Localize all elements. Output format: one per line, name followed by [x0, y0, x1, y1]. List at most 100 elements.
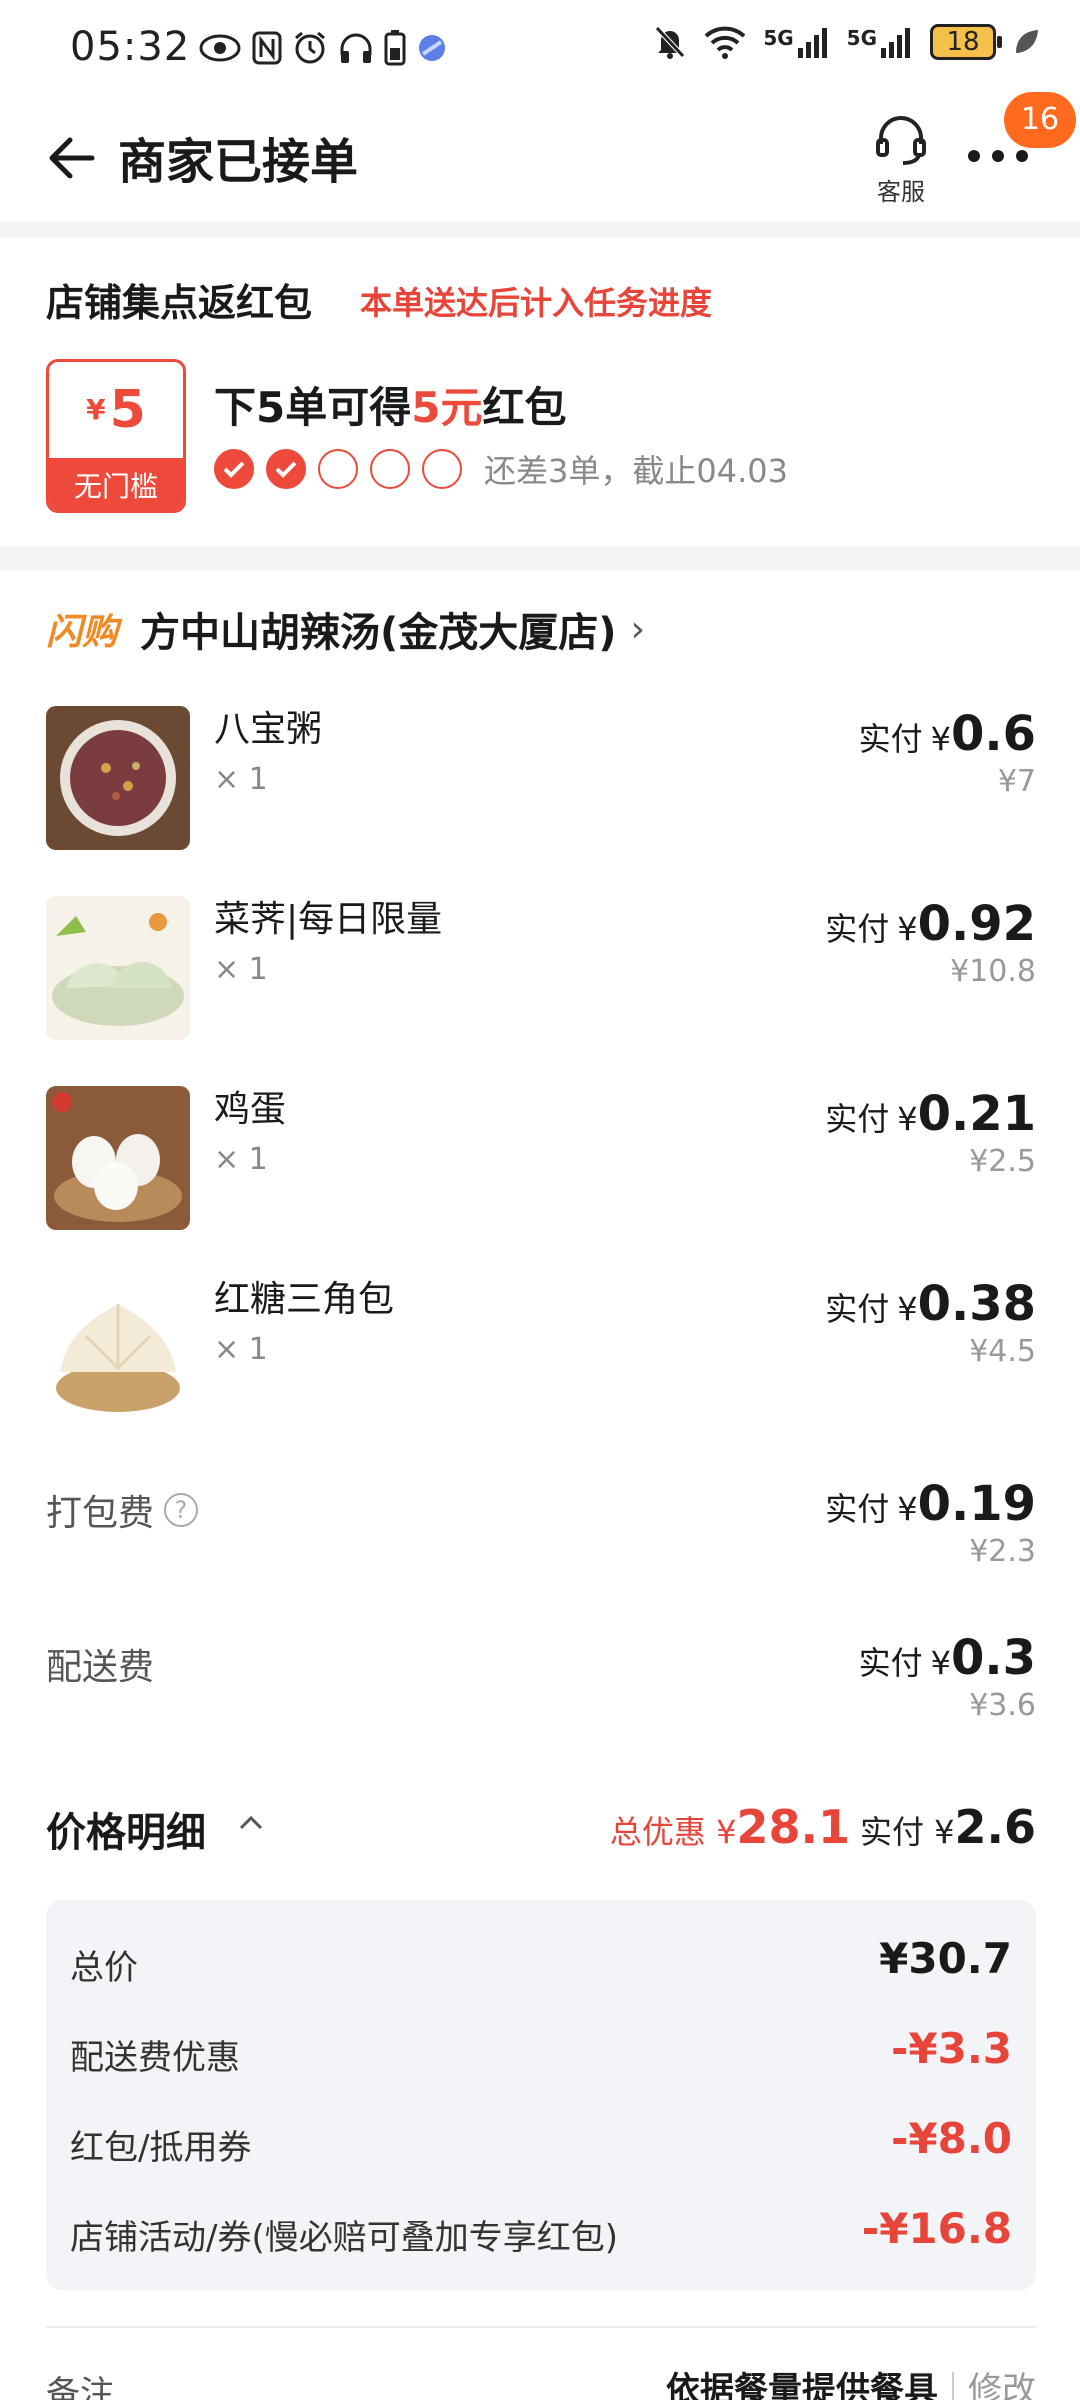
item-thumbnail [46, 706, 190, 850]
reward-goal-amount: 5元 [411, 383, 483, 432]
discount-label: 总优惠 [609, 1813, 706, 1851]
breakdown-value: -¥16.8 [861, 2204, 1012, 2253]
item-thumbnail [46, 1276, 190, 1420]
breakdown-label: 总价 [70, 1948, 138, 1988]
paid-amount: 0.3 [950, 1630, 1036, 1686]
breakdown-label: 店铺活动/券(慢必赔可叠加专享红包) [70, 2218, 618, 2258]
paid-line: 实付 ¥0.38 [825, 1276, 1036, 1332]
price-detail-title: 价格明细 [46, 1810, 206, 1856]
paid-amount: 0.19 [917, 1476, 1036, 1532]
currency-symbol: ¥ [930, 720, 951, 758]
red-packet-coupon: ¥5 无门槛 [46, 359, 186, 513]
paid-label: 实付 [825, 1290, 890, 1328]
chevron-right-icon: › [630, 608, 645, 650]
item-name: 八宝粥 [214, 709, 323, 750]
note-value-row: 依据餐量提供餐具 修改 [666, 2362, 1036, 2400]
chevron-up-icon [239, 1815, 263, 1830]
item-price: 实付 ¥0.21 ¥2.5 [825, 1086, 1036, 1179]
coupon-amount: ¥5 [49, 362, 183, 458]
item-quantity: × 1 [214, 1142, 268, 1177]
paid-amount: 0.6 [950, 706, 1036, 762]
breakdown-value: -¥3.3 [890, 2024, 1012, 2073]
original-price: ¥7 [997, 764, 1036, 799]
network-type-label: 5G [846, 26, 877, 50]
paid-label: 实付 [825, 910, 890, 948]
status-bar: 05:32 5G 5G 18 [0, 0, 1080, 100]
shop-name: 方中山胡辣汤(金茂大厦店) [140, 610, 617, 656]
help-icon[interactable]: ? [164, 1493, 199, 1527]
item-thumbnail [46, 1086, 190, 1230]
currency-symbol: ¥ [716, 1813, 737, 1851]
breakdown-label: 红包/抵用券 [70, 2128, 252, 2168]
packaging-fee-label: 打包费 ? [46, 1484, 199, 1536]
price-summary: 总优惠 ¥28.1 实付 ¥2.6 [610, 1800, 1036, 1854]
app-indicator-icon [419, 35, 445, 61]
original-price: ¥4.5 [969, 1334, 1036, 1369]
item-quantity: × 1 [214, 952, 268, 987]
item-quantity: × 1 [214, 762, 268, 797]
fee-label-text: 打包费 [46, 1493, 155, 1534]
stamp-dot-filled [214, 449, 254, 489]
note-label: 备注 [46, 2374, 114, 2400]
original-price: ¥2.3 [969, 1534, 1036, 1569]
egg-image [46, 1086, 190, 1230]
item-price: 实付 ¥0.6 ¥7 [859, 706, 1036, 799]
paid-line: 实付 ¥0.21 [825, 1086, 1036, 1142]
currency-symbol: ¥ [930, 1644, 951, 1682]
notification-badge: 16 [1004, 92, 1076, 148]
order-item[interactable]: 菜荠|每日限量 × 1 实付 ¥0.92 ¥10.8 [46, 896, 1036, 1046]
paid-line: 实付 ¥0.6 [859, 706, 1036, 762]
item-name: 鸡蛋 [214, 1089, 287, 1130]
delivery-fee-label: 配送费 [46, 1638, 154, 1690]
signal-bars-icon [797, 28, 827, 58]
reward-goal-suffix: 红包 [482, 383, 567, 432]
note-value: 依据餐量提供餐具 [666, 2370, 938, 2400]
paid-label: 实付 [858, 1644, 923, 1682]
order-detail-card: 闪购 方中山胡辣汤(金茂大厦店) › 八宝粥 × 1 实付 ¥0.6 ¥7 菜荠|… [0, 570, 1080, 2400]
alarm-icon [295, 31, 325, 64]
paid-label: 实付 [825, 1490, 890, 1528]
page-title: 商家已接单 [118, 134, 359, 190]
signal-bars-icon [881, 28, 910, 58]
paid-label: 实付 [859, 1813, 924, 1851]
leaf-icon [1016, 30, 1038, 53]
headphones-icon [340, 33, 372, 63]
back-arrow-icon[interactable] [44, 128, 104, 188]
breakdown-row: 店铺活动/券(慢必赔可叠加专享红包) -¥16.8 [70, 2204, 1012, 2264]
check-icon [275, 461, 297, 478]
signal-2: 5G [847, 26, 914, 58]
status-left-icons [198, 30, 448, 66]
breakdown-value: ¥30.7 [879, 1934, 1012, 1983]
price-detail-toggle[interactable]: 价格明细 总优惠 ¥28.1 实付 ¥2.6 [46, 1800, 1036, 1870]
breakdown-row: 红包/抵用券 -¥8.0 [70, 2114, 1012, 2174]
nfc-icon [252, 31, 282, 65]
status-right-icons: 5G 5G 18 [653, 24, 1040, 60]
item-thumbnail [46, 896, 190, 1040]
separator [952, 2371, 954, 2400]
more-icon[interactable] [966, 144, 1030, 168]
total-paid: 实付 ¥2.6 [860, 1800, 1036, 1854]
shop-link[interactable]: 闪购 方中山胡辣汤(金茂大厦店) › [46, 600, 645, 658]
order-item[interactable]: 红糖三角包 × 1 实付 ¥0.38 ¥4.5 [46, 1276, 1036, 1426]
customer-service-button[interactable]: 客服 [866, 114, 936, 207]
order-item[interactable]: 八宝粥 × 1 实付 ¥0.6 ¥7 [46, 706, 1036, 856]
item-name: 菜荠|每日限量 [214, 899, 443, 940]
paid-line: 实付 ¥0.3 [859, 1630, 1036, 1686]
currency-symbol: ¥ [897, 1290, 918, 1328]
discount-amount: 28.1 [736, 1800, 850, 1854]
reward-goal: 下5单可得5元红包 [214, 374, 566, 435]
item-quantity: × 1 [214, 1332, 268, 1367]
progress-text: 还差3单，截止04.03 [484, 452, 788, 490]
original-price: ¥3.6 [969, 1688, 1036, 1723]
flash-buy-tag: 闪购 [46, 612, 119, 653]
breakdown-row: 配送费优惠 -¥3.3 [70, 2024, 1012, 2084]
porridge-image [46, 706, 190, 850]
wifi-icon [704, 26, 746, 59]
order-item[interactable]: 鸡蛋 × 1 实付 ¥0.21 ¥2.5 [46, 1086, 1036, 1236]
phone-battery-icon [384, 30, 406, 66]
coupon-currency: ¥ [86, 393, 106, 426]
reward-title: 店铺集点返红包 [46, 281, 313, 325]
currency-symbol: ¥ [897, 1100, 918, 1138]
edit-note-link[interactable]: 修改 [968, 2362, 1036, 2400]
stamp-reward-card[interactable]: 店铺集点返红包 本单送达后计入任务进度 ¥5 无门槛 下5单可得5元红包 还差3… [0, 238, 1080, 546]
